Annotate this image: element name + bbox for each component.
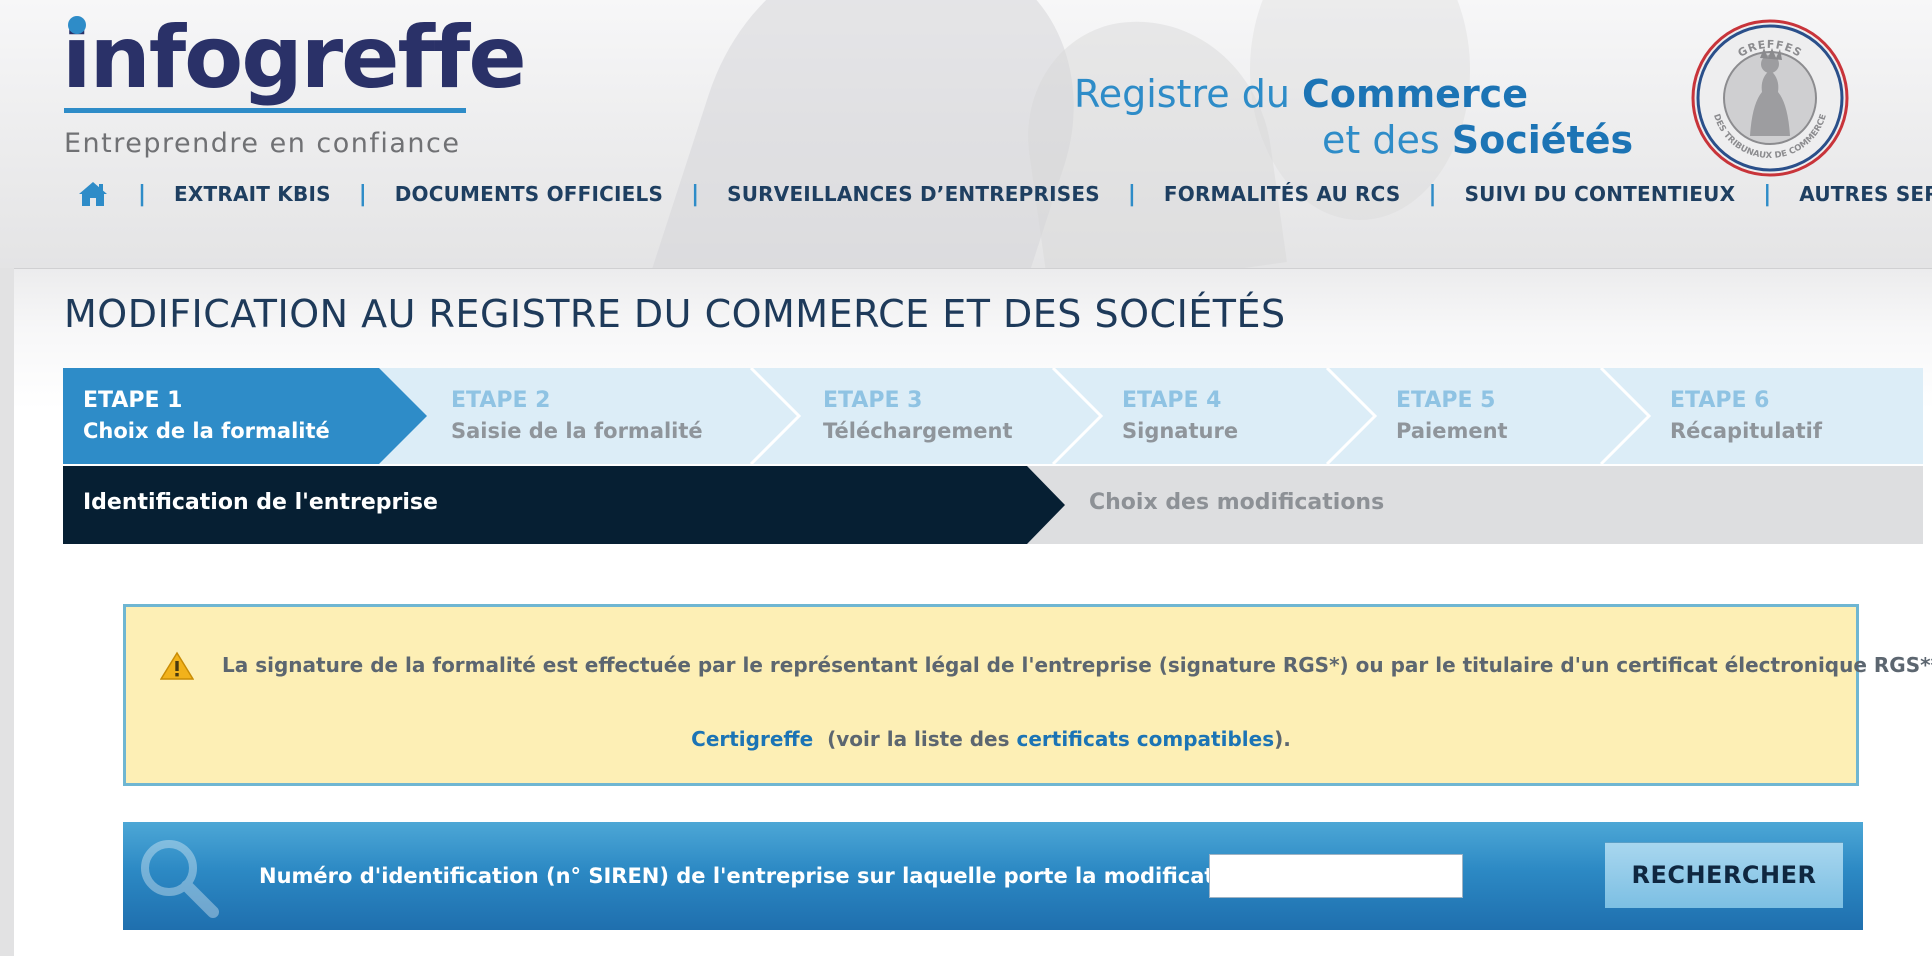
nav-separator: |: [138, 181, 147, 207]
signature-warning: La signature de la formalité est effectu…: [123, 604, 1932, 786]
certificats-compatibles-link[interactable]: certificats compatibles: [1016, 727, 1274, 751]
substep-choix-modifications: Choix des modifications: [1089, 490, 1385, 515]
rcs-line-1-bold: Commerce: [1301, 72, 1528, 116]
step-2-label: Saisie de la formalité: [451, 419, 703, 443]
step-5-label: Paiement: [1396, 419, 1508, 443]
step-4-label: Signature: [1122, 419, 1239, 443]
step-1-number: ETAPE 1: [83, 388, 183, 413]
search-button[interactable]: RECHERCHER: [1605, 842, 1843, 908]
siren-input[interactable]: [1209, 854, 1463, 898]
step-1-label: Choix de la formalité: [83, 419, 330, 443]
substeps-progress: Identification de l'entreprise Choix des…: [63, 466, 1923, 544]
nav-item-documents-officiels[interactable]: DOCUMENTS OFFICIELS: [395, 182, 663, 206]
warning-icon: [160, 651, 194, 680]
nav-item-surveillances[interactable]: SURVEILLANCES D’ENTREPRISES: [727, 182, 1100, 206]
logo-dot: [68, 16, 86, 34]
logo-tagline: Entreprendre en confiance: [64, 128, 461, 159]
nav-item-extrait-kbis[interactable]: EXTRAIT KBIS: [174, 182, 331, 206]
step-3: ETAPE 3 Téléchargement: [823, 386, 1013, 446]
certigreffe-link[interactable]: Certigreffe: [691, 727, 813, 751]
page-title: MODIFICATION AU REGISTRE DU COMMERCE ET …: [64, 292, 1286, 336]
logo-wordmark: infogreffe: [62, 8, 527, 108]
nav-item-suivi-contentieux[interactable]: SUIVI DU CONTENTIEUX: [1465, 182, 1736, 206]
site-header: infogreffe Entreprendre en confiance Reg…: [0, 0, 1932, 268]
step-3-label: Téléchargement: [823, 419, 1013, 443]
nav-separator: |: [1127, 181, 1136, 207]
step-1: ETAPE 1 Choix de la formalité: [83, 386, 330, 446]
rcs-line-1: Registre du Commerce: [1074, 72, 1528, 116]
main-navigation: | EXTRAIT KBIS | DOCUMENTS OFFICIELS | S…: [78, 176, 1932, 212]
rcs-line-2-thin: et des: [1322, 118, 1452, 162]
nav-item-formalites-rcs[interactable]: FORMALITÉS AU RCS: [1164, 182, 1401, 206]
greffes-seal-logo: GREFFES DES TRIBUNAUX DE COMMERCE: [1691, 19, 1849, 177]
rcs-line-2-bold: Sociétés: [1451, 118, 1634, 162]
rcs-line-1-thin: Registre du: [1074, 72, 1302, 116]
warning-text-end: ).: [1274, 727, 1291, 751]
warning-text-middle: (voir la liste des: [827, 727, 1010, 751]
siren-label: Numéro d'identification (n° SIREN) de l'…: [259, 864, 1252, 888]
infogreffe-logo[interactable]: infogreffe Entreprendre en confiance: [62, 8, 527, 159]
step-4-number: ETAPE 4: [1122, 388, 1222, 413]
warning-text-line-2: Certigreffe (voir la liste des certifica…: [126, 727, 1856, 751]
logo-underline: [64, 108, 466, 113]
step-4: ETAPE 4 Signature: [1122, 386, 1238, 446]
step-5-number: ETAPE 5: [1396, 388, 1496, 413]
step-5: ETAPE 5 Paiement: [1396, 386, 1508, 446]
steps-progress: ETAPE 1 Choix de la formalité ETAPE 2 Sa…: [63, 368, 1923, 464]
rcs-line-2: et des Sociétés: [1322, 118, 1633, 162]
nav-separator: |: [691, 181, 700, 207]
home-icon[interactable]: [78, 179, 110, 209]
nav-item-autres-services[interactable]: AUTRES SERVICES: [1799, 182, 1932, 206]
substep-identification: Identification de l'entreprise: [83, 490, 438, 515]
step-6: ETAPE 6 Récapitulatif: [1670, 386, 1822, 446]
step-6-label: Récapitulatif: [1670, 419, 1822, 443]
magnifier-icon: [141, 840, 219, 918]
nav-separator: |: [1763, 181, 1772, 207]
siren-search-bar: Numéro d'identification (n° SIREN) de l'…: [123, 822, 1863, 930]
step-2-number: ETAPE 2: [451, 388, 551, 413]
step-6-number: ETAPE 6: [1670, 388, 1770, 413]
step-2: ETAPE 2 Saisie de la formalité: [451, 386, 703, 446]
nav-separator: |: [358, 181, 367, 207]
panel-shadow: [0, 268, 14, 956]
nav-separator: |: [1428, 181, 1437, 207]
step-3-number: ETAPE 3: [823, 388, 923, 413]
warning-text: La signature de la formalité est effectu…: [222, 653, 1932, 677]
